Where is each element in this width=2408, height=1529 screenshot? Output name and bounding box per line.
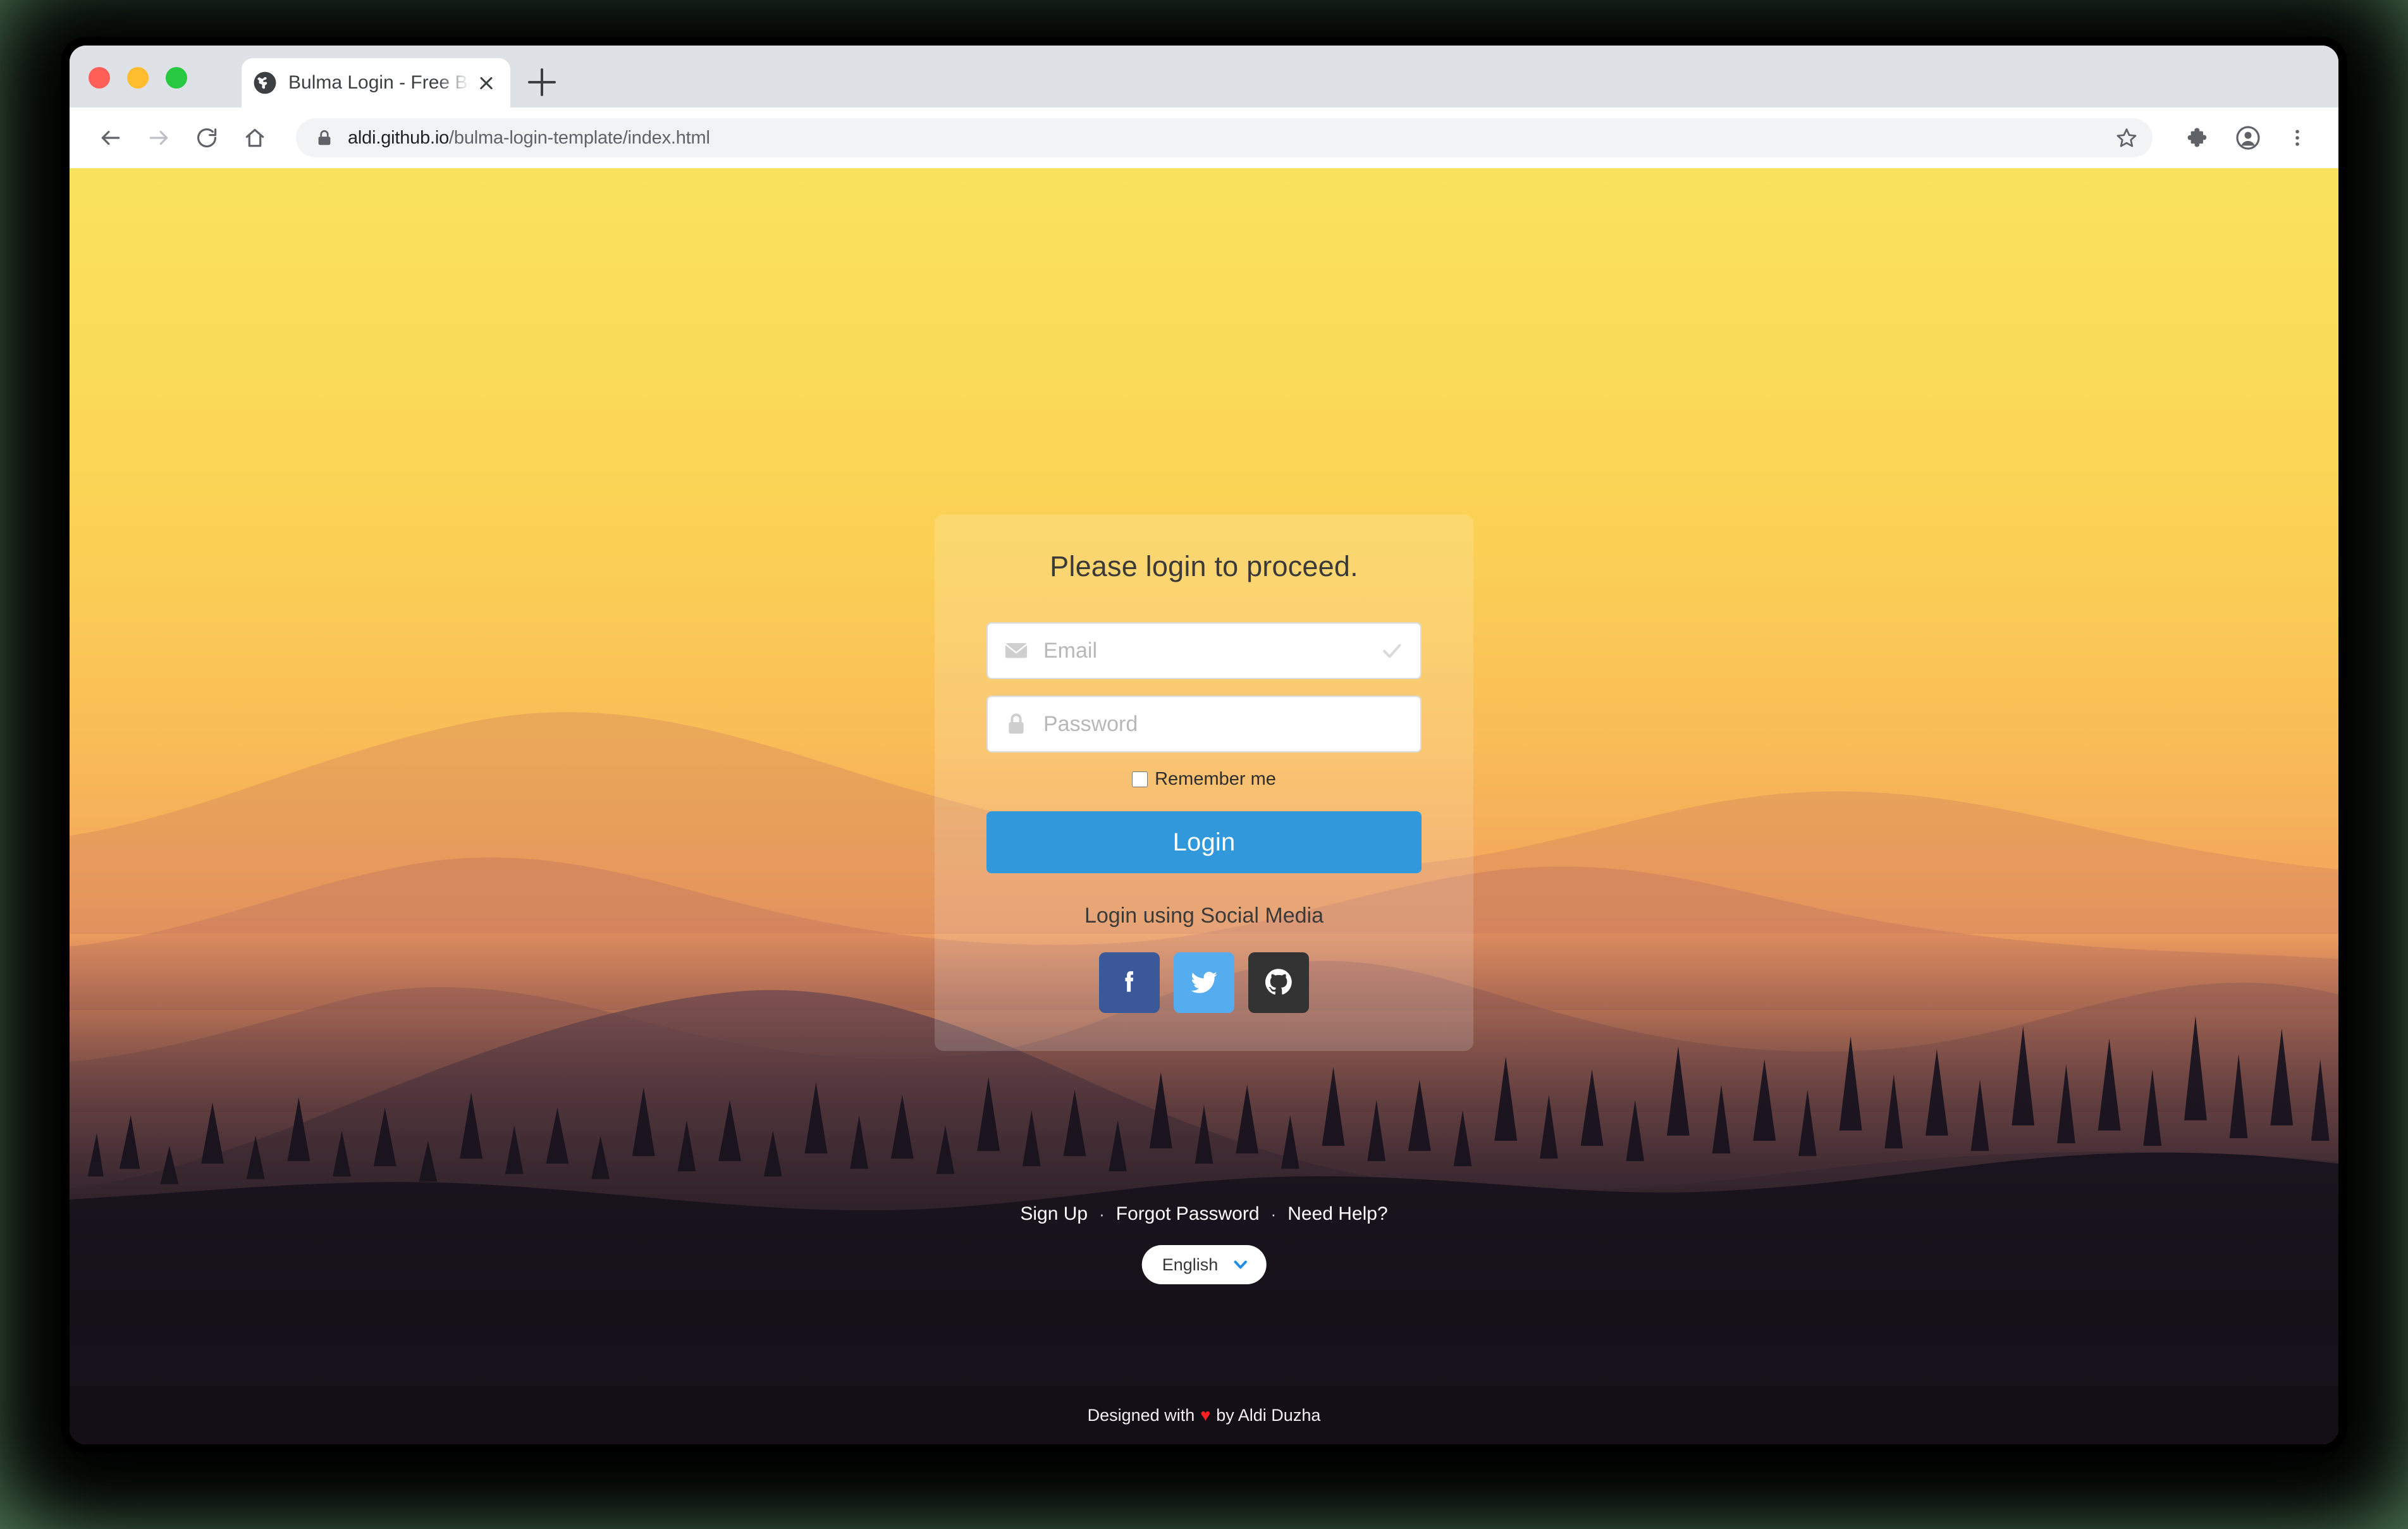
desktop-background: Bulma Login - Free Bulma Temp (0, 0, 2408, 1529)
new-tab-icon[interactable] (528, 68, 556, 96)
remember-me-row: Remember me (986, 769, 1422, 790)
footer-prefix: Designed with (1087, 1405, 1195, 1425)
footer-suffix: by Aldi Duzha (1216, 1405, 1321, 1425)
back-arrow-icon[interactable] (91, 118, 130, 157)
browser-tab-strip: Bulma Login - Free Bulma Temp (70, 46, 2338, 107)
language-select-value: English (1162, 1255, 1219, 1274)
facebook-icon (1115, 967, 1144, 998)
sign-up-link[interactable]: Sign Up (1020, 1203, 1088, 1225)
need-help-link[interactable]: Need Help? (1287, 1203, 1387, 1225)
tab-title: Bulma Login - Free Bulma Temp (288, 72, 470, 93)
globe-icon (253, 71, 277, 95)
address-bar[interactable]: aldi.github.io/bulma-login-template/inde… (296, 118, 2153, 157)
link-separator-1: · (1099, 1204, 1105, 1224)
browser-toolbar: aldi.github.io/bulma-login-template/inde… (70, 107, 2338, 168)
minimize-window-button[interactable] (127, 67, 149, 89)
twitter-login-button[interactable] (1174, 952, 1234, 1013)
chevron-down-icon (1231, 1255, 1250, 1274)
remember-me-label: Remember me (1155, 769, 1276, 789)
auxiliary-links: Sign Up · Forgot Password · Need Help? (1020, 1203, 1387, 1225)
social-login-title: Login using Social Media (1084, 904, 1324, 928)
github-icon (1263, 967, 1294, 999)
email-field[interactable] (988, 623, 1420, 678)
link-separator-2: · (1270, 1204, 1277, 1224)
reload-icon[interactable] (187, 118, 226, 157)
puzzle-piece-icon[interactable] (2179, 118, 2218, 157)
home-icon[interactable] (235, 118, 274, 157)
remember-me-checkbox[interactable] (1132, 771, 1148, 787)
page-footer: Designed with ♥ by Aldi Duzha (70, 1386, 2338, 1444)
footer-credit: Designed with ♥ by Aldi Duzha (1088, 1406, 1321, 1425)
forward-arrow-icon[interactable] (139, 118, 178, 157)
maximize-window-button[interactable] (166, 67, 187, 89)
page-viewport: Please login to proceed. Email Remember … (70, 168, 2338, 1444)
facebook-login-button[interactable] (1099, 952, 1160, 1013)
page-title: Please login to proceed. (1050, 550, 1358, 582)
star-icon[interactable] (2111, 122, 2142, 154)
close-window-button[interactable] (89, 67, 110, 89)
email-input-wrapper[interactable] (986, 622, 1422, 679)
lock-icon (315, 128, 334, 147)
password-field-group (986, 696, 1422, 752)
window-traffic-lights (89, 67, 187, 89)
login-button[interactable]: Login (986, 811, 1422, 873)
password-field[interactable] (988, 697, 1420, 751)
close-icon[interactable] (474, 70, 499, 95)
three-dot-menu-icon[interactable] (2278, 118, 2317, 157)
social-login-buttons (986, 952, 1422, 1013)
account-circle-icon[interactable] (2228, 118, 2268, 157)
address-bar-url: aldi.github.io/bulma-login-template/inde… (348, 127, 710, 148)
github-login-button[interactable] (1248, 952, 1309, 1013)
forgot-password-link[interactable]: Forgot Password (1116, 1203, 1260, 1225)
password-input-wrapper[interactable] (986, 696, 1422, 752)
browser-tab[interactable]: Bulma Login - Free Bulma Temp (242, 58, 510, 107)
email-field-group (986, 622, 1422, 679)
heart-icon: ♥ (1200, 1405, 1211, 1425)
login-card: Please login to proceed. Email Remember … (935, 515, 1473, 1051)
twitter-icon (1189, 967, 1219, 999)
browser-window: Bulma Login - Free Bulma Temp (70, 46, 2338, 1444)
language-select[interactable]: English (1141, 1245, 1267, 1284)
